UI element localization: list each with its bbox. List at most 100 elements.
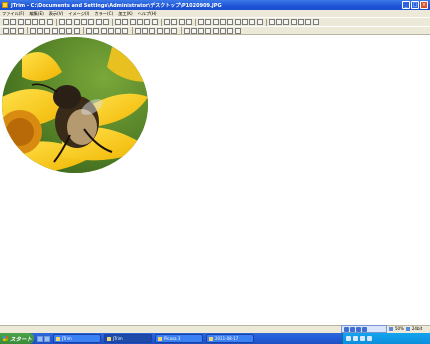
toolbar-button-icon[interactable] xyxy=(220,27,227,34)
taskbar-item-jtrim-2[interactable]: JTrim xyxy=(104,334,152,343)
toolbar-button-icon[interactable] xyxy=(212,27,219,34)
toolbar-button-icon[interactable] xyxy=(234,27,241,34)
tray-icon[interactable] xyxy=(360,336,365,341)
toolbar-button-icon[interactable] xyxy=(190,27,197,34)
toolbar-button-icon[interactable] xyxy=(3,19,9,25)
toolbar-button-icon[interactable] xyxy=(220,19,227,25)
toolbar-button-icon[interactable] xyxy=(17,27,24,34)
menu-view[interactable]: 表示(V) xyxy=(49,11,64,17)
toolbar-button-icon[interactable] xyxy=(227,27,234,34)
toolbar-button-icon[interactable] xyxy=(137,19,144,25)
menu-edit[interactable]: 編集(E) xyxy=(29,11,43,17)
toolbar-button-icon[interactable] xyxy=(95,19,102,25)
toolbar-button-icon[interactable] xyxy=(17,19,24,25)
toolbar-button-icon[interactable] xyxy=(198,27,205,34)
toolbar-button-icon[interactable] xyxy=(305,19,312,25)
taskbar-item-folder[interactable]: 2011-08-17 xyxy=(206,334,254,343)
toolbar-button-icon[interactable] xyxy=(312,19,319,25)
toolbar-button-icon[interactable] xyxy=(212,19,219,25)
toolbar-button-icon[interactable] xyxy=(32,19,39,25)
toolbar-button-icon[interactable] xyxy=(93,27,100,34)
toolbar-button-icon[interactable] xyxy=(10,19,17,25)
toolbar-button-icon[interactable] xyxy=(142,27,149,34)
toolbar-button-icon[interactable] xyxy=(39,19,46,25)
toolbar-button-icon[interactable] xyxy=(268,19,275,25)
maximize-button[interactable]: □ xyxy=(411,1,419,9)
toolbar-button-icon[interactable] xyxy=(44,27,51,34)
close-button[interactable]: × xyxy=(420,1,428,9)
toolbar-button-icon[interactable] xyxy=(283,19,290,25)
toolbar-button-icon[interactable] xyxy=(29,27,36,34)
menu-image[interactable]: イメージ(I) xyxy=(68,11,89,17)
toolbar-button-icon[interactable] xyxy=(80,19,87,25)
toolbar-button-icon[interactable] xyxy=(144,19,151,25)
toolbar-button-icon[interactable] xyxy=(185,19,192,25)
volume-icon[interactable] xyxy=(367,336,372,341)
toolbar-button-icon[interactable] xyxy=(249,19,256,25)
toolbar-button-icon[interactable] xyxy=(149,27,156,34)
menu-file[interactable]: ファイル(F) xyxy=(2,11,24,17)
toolbar-button-icon[interactable] xyxy=(85,27,92,34)
toolbar-button-icon[interactable] xyxy=(178,19,185,25)
toolbar-button-icon[interactable] xyxy=(51,27,58,34)
toolbar-button-icon[interactable] xyxy=(290,19,297,25)
toolbar-button-icon[interactable] xyxy=(59,27,66,34)
toolbar-button-icon[interactable] xyxy=(73,27,80,34)
image-canvas[interactable] xyxy=(0,35,430,325)
language-bar[interactable] xyxy=(341,325,387,333)
toolbar-button-icon[interactable] xyxy=(234,19,241,25)
toolbar-button-icon[interactable] xyxy=(297,19,304,25)
ime-icon[interactable] xyxy=(344,326,349,332)
tray-icon[interactable] xyxy=(346,336,351,341)
help-icon[interactable] xyxy=(362,326,367,332)
jtrim-app-icon[interactable] xyxy=(2,2,8,8)
toolbar-button-icon[interactable] xyxy=(163,27,170,34)
title-bar[interactable]: JTrim - C:\Documents and Settings\Admini… xyxy=(0,0,430,10)
toolbar-button-icon[interactable] xyxy=(163,19,170,25)
toolbar-button-icon[interactable] xyxy=(24,19,31,25)
toolbar-button-icon[interactable] xyxy=(198,19,205,25)
toolbar-button-icon[interactable] xyxy=(100,27,107,34)
tools-icon[interactable] xyxy=(356,326,361,332)
start-button[interactable]: スタート xyxy=(0,333,34,344)
toolbar-button-icon[interactable] xyxy=(66,19,73,25)
toolbar-button-icon[interactable] xyxy=(73,19,80,25)
toolbar-button-icon[interactable] xyxy=(3,27,9,34)
toolbar-button-icon[interactable] xyxy=(107,27,114,34)
tray-icon[interactable] xyxy=(353,336,358,341)
toolbar-button-icon[interactable] xyxy=(241,19,248,25)
toolbar-button-icon[interactable] xyxy=(122,19,129,25)
toolbar-button-icon[interactable] xyxy=(205,27,212,34)
toolbar-button-icon[interactable] xyxy=(59,19,66,25)
menu-color[interactable]: カラー(C) xyxy=(94,11,113,17)
toolbar-button-icon[interactable] xyxy=(37,27,44,34)
taskbar-item-picasa[interactable]: Picasa 3 xyxy=(155,334,203,343)
minimize-button[interactable]: _ xyxy=(402,1,410,9)
toolbar-button-icon[interactable] xyxy=(88,19,95,25)
input-mode-icon[interactable] xyxy=(350,326,355,332)
toolbar-button-icon[interactable] xyxy=(151,19,158,25)
toolbar-button-icon[interactable] xyxy=(171,27,178,34)
toolbar-button-icon[interactable] xyxy=(134,27,141,34)
toolbar-button-icon[interactable] xyxy=(205,19,212,25)
toolbar-button-icon[interactable] xyxy=(122,27,129,34)
menu-process[interactable]: 加工(K) xyxy=(118,11,132,17)
toolbar-button-icon[interactable] xyxy=(227,19,234,25)
toolbar-button-icon[interactable] xyxy=(115,19,122,25)
toolbar-button-icon[interactable] xyxy=(46,19,53,25)
toolbar-button-icon[interactable] xyxy=(66,27,73,34)
toolbar-button-icon[interactable] xyxy=(102,19,109,25)
quick-launch-icon[interactable] xyxy=(37,335,43,342)
menu-help[interactable]: ヘルプ(H) xyxy=(138,11,157,17)
toolbar-button-icon[interactable] xyxy=(115,27,122,34)
toolbar-button-icon[interactable] xyxy=(129,19,136,25)
toolbar-button-icon[interactable] xyxy=(171,19,178,25)
toolbar-button-icon[interactable] xyxy=(276,19,283,25)
folder-icon xyxy=(209,336,213,341)
quick-launch-icon[interactable] xyxy=(44,335,50,342)
toolbar-button-icon[interactable] xyxy=(10,27,17,34)
taskbar-item-jtrim[interactable]: JTrim xyxy=(53,334,101,343)
toolbar-button-icon[interactable] xyxy=(156,27,163,34)
toolbar-button-icon[interactable] xyxy=(183,27,190,34)
toolbar-button-icon[interactable] xyxy=(256,19,263,25)
